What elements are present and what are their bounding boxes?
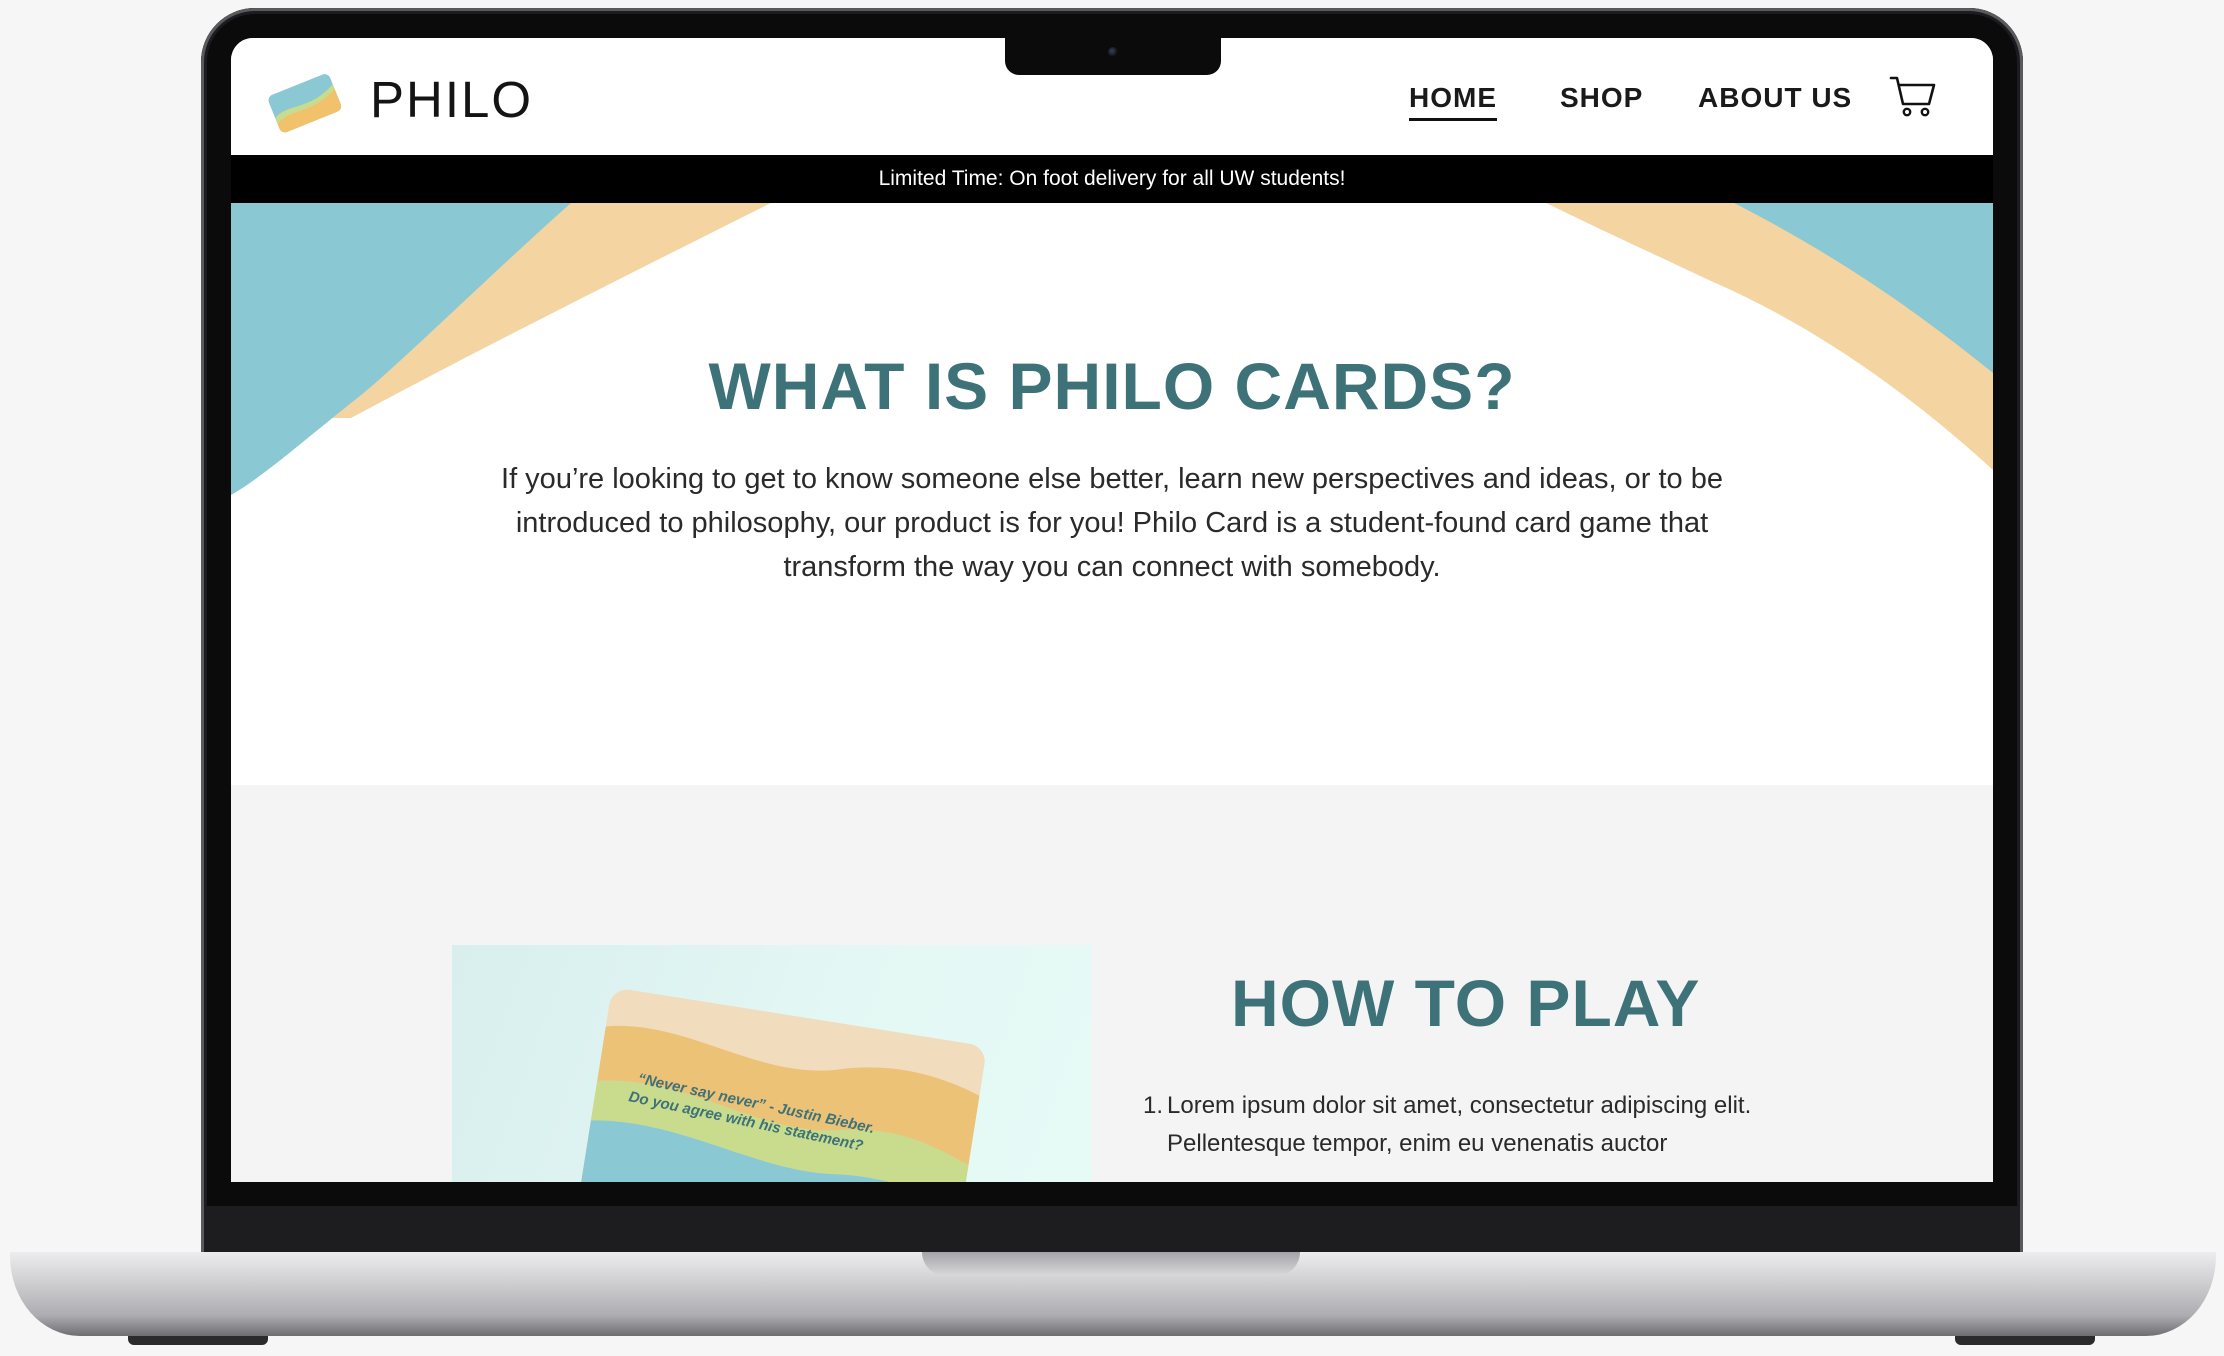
how-to-play-title: HOW TO PLAY xyxy=(1231,966,1701,1040)
step-text: Lorem ipsum dolor sit amet, consectetur … xyxy=(1167,1092,1752,1157)
nav-home-link[interactable]: HOME xyxy=(1409,82,1497,121)
hero-title: WHAT IS PHILO CARDS? xyxy=(708,349,1516,423)
laptop-foot-left xyxy=(128,1336,268,1345)
camera-notch xyxy=(1005,38,1221,75)
hero-section: WHAT IS PHILO CARDS? If you’re looking t… xyxy=(231,203,1993,785)
promo-banner: Limited Time: On foot delivery for all U… xyxy=(231,155,1993,203)
camera-icon xyxy=(1108,47,1118,57)
laptop-foot-right xyxy=(1955,1336,2095,1345)
card-logo-icon[interactable] xyxy=(265,66,345,136)
brand-name[interactable]: PHILO xyxy=(370,70,533,129)
hero-description: If you’re looking to get to know someone… xyxy=(501,463,1723,583)
laptop-screen: PHILO HOME SHOP ABOUT US Limited Time: O… xyxy=(231,38,1993,1182)
nav-shop-link[interactable]: SHOP xyxy=(1560,82,1643,114)
shopping-cart-icon[interactable] xyxy=(1889,74,1937,118)
laptop-bezel-chin xyxy=(204,1206,2020,1252)
step-number: 1. xyxy=(1143,1092,1164,1119)
card-image: “Never say never” - Justin Bieber. Do yo… xyxy=(452,945,1092,1182)
nav-about-us-link[interactable]: ABOUT US xyxy=(1698,82,1852,114)
laptop-base-notch xyxy=(922,1252,1300,1276)
philo-card-illustration: “Never say never” - Justin Bieber. Do yo… xyxy=(568,987,988,1182)
how-to-play-section: “Never say never” - Justin Bieber. Do yo… xyxy=(231,785,1993,1182)
